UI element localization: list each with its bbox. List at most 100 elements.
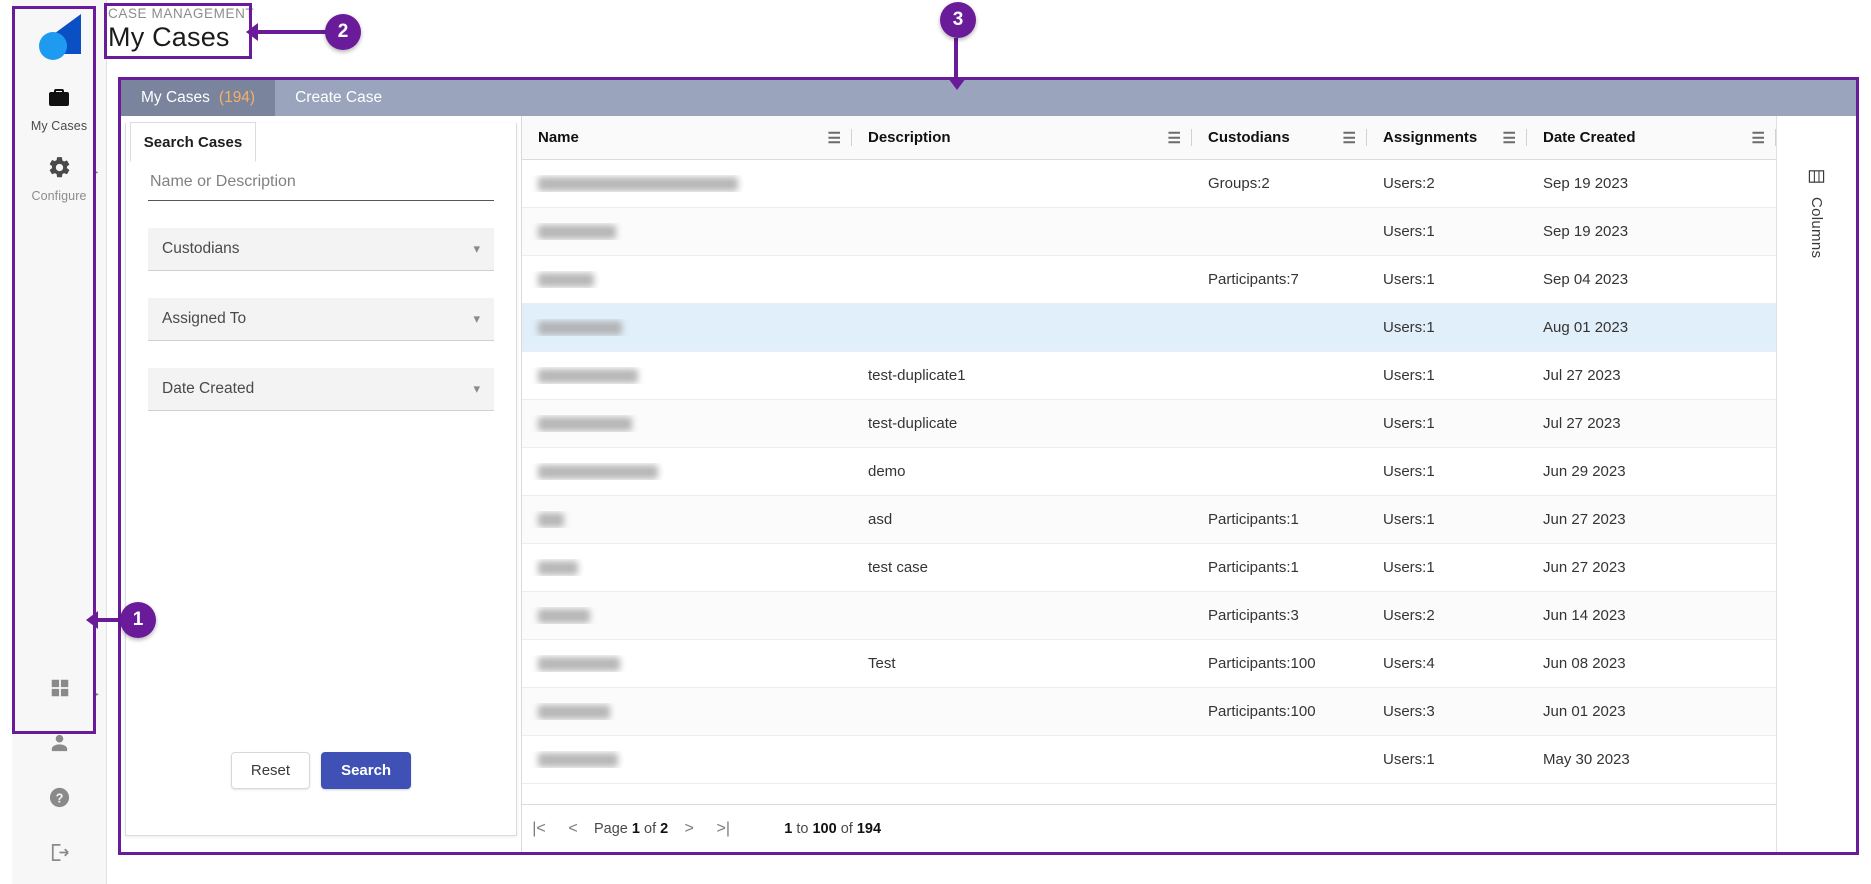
redacted-case-name <box>538 273 594 288</box>
column-header-assignments[interactable]: Assignments ☰ <box>1367 116 1527 160</box>
search-input[interactable] <box>148 167 494 201</box>
table-row[interactable]: Participants:3 Users:2 Jun 14 2023 <box>522 592 1776 640</box>
cell-date-created: Jul 27 2023 <box>1543 415 1621 432</box>
table-row[interactable]: Test Participants:100 Users:4 Jun 08 2023 <box>522 640 1776 688</box>
previous-page-icon[interactable]: < <box>556 820 590 838</box>
chevron-down-icon: ▾ <box>473 241 480 256</box>
cell-name <box>522 415 852 432</box>
main-panel: My Cases (194) Create Case Search Cases … <box>121 80 1856 852</box>
sidebar-item-my-cases[interactable]: My Cases <box>12 86 107 133</box>
chevron-right-icon: ▸ <box>93 689 99 700</box>
user-icon <box>48 731 71 760</box>
grid-body: Groups:2 Users:2 Sep 19 2023 Users:1 Sep 19 … <box>522 160 1776 852</box>
cell-name <box>522 559 852 576</box>
cell-name <box>522 607 852 624</box>
columns-side-tab[interactable]: Columns <box>1776 116 1856 852</box>
table-row[interactable]: test-duplicate1 Users:1 Jul 27 2023 <box>522 352 1776 400</box>
cell-custodians: Participants:1 <box>1208 511 1299 528</box>
cell-custodians: Groups:2 <box>1208 175 1270 192</box>
app-logo <box>33 12 85 64</box>
table-row[interactable]: Participants:100 Users:3 Jun 01 2023 <box>522 688 1776 736</box>
table-columns-icon <box>1808 168 1825 190</box>
redacted-case-name <box>538 561 578 576</box>
reset-button[interactable]: Reset <box>230 752 311 789</box>
cell-assignments: Users:2 <box>1383 175 1435 192</box>
last-page-icon[interactable]: >| <box>706 820 740 838</box>
annotation-arrow-2 <box>256 30 328 34</box>
svg-text:?: ? <box>56 791 64 805</box>
redacted-case-name <box>538 225 616 240</box>
cell-assignments: Users:3 <box>1383 703 1435 720</box>
sidebar-item-configure[interactable]: Configure ▸ <box>12 155 107 203</box>
cell-name <box>522 223 852 240</box>
next-page-icon[interactable]: > <box>672 820 706 838</box>
sidebar-item-logout[interactable] <box>12 841 107 870</box>
sidebar-item-apps[interactable]: ▸ <box>12 677 107 705</box>
tab-create-case[interactable]: Create Case <box>275 80 402 116</box>
column-menu-icon[interactable]: ☰ <box>828 129 851 147</box>
table-row[interactable]: Groups:2 Users:2 Sep 19 2023 <box>522 160 1776 208</box>
date-created-select[interactable]: Date Created ▾ <box>148 368 494 411</box>
range-from: 1 <box>784 820 793 837</box>
redacted-case-name <box>538 609 590 624</box>
annotation-badge-2: 2 <box>325 14 361 50</box>
range-total: 194 <box>856 820 882 837</box>
table-row[interactable]: Users:1 May 30 2023 <box>522 736 1776 784</box>
tab-my-cases[interactable]: My Cases (194) <box>121 80 276 116</box>
column-header-custodians[interactable]: Custodians ☰ <box>1192 116 1367 160</box>
tab-label: Create Case <box>295 89 383 106</box>
redacted-case-name <box>538 177 738 192</box>
assigned-to-select[interactable]: Assigned To ▾ <box>148 298 494 341</box>
table-row[interactable]: Users:1 Sep 19 2023 <box>522 208 1776 256</box>
table-row[interactable]: asd Participants:1 Users:1 Jun 27 2023 <box>522 496 1776 544</box>
first-page-icon[interactable]: |< <box>522 820 556 838</box>
page-total: 2 <box>660 820 669 837</box>
range-to: 100 <box>812 820 837 837</box>
search-cases-tab-header[interactable]: Search Cases <box>130 122 256 162</box>
table-row[interactable]: Participants:7 Users:1 Sep 04 2023 <box>522 256 1776 304</box>
table-row[interactable]: demo Users:1 Jun 29 2023 <box>522 448 1776 496</box>
table-row[interactable]: Users:1 Aug 01 2023 <box>522 304 1776 352</box>
logout-icon <box>48 841 71 870</box>
chevron-down-icon: ▾ <box>473 381 480 396</box>
column-header-name[interactable]: Name ☰ <box>522 116 852 160</box>
column-menu-icon[interactable]: ☰ <box>1168 129 1191 147</box>
help-icon: ? <box>48 786 71 815</box>
table-row[interactable]: test-duplicate Users:1 Jul 27 2023 <box>522 400 1776 448</box>
cell-description: test case <box>868 559 929 576</box>
cell-date-created: Jun 29 2023 <box>1543 463 1626 480</box>
column-header-date-created[interactable]: Date Created ☰ <box>1527 116 1776 160</box>
column-header-label: Date Created <box>1543 129 1636 146</box>
column-menu-icon[interactable]: ☰ <box>1503 129 1526 147</box>
cell-date-created: Sep 04 2023 <box>1543 271 1629 288</box>
annotation-arrowhead-2 <box>246 23 258 41</box>
search-form: Custodians ▾ Assigned To ▾ Date Created … <box>126 123 516 411</box>
annotation-arrowhead-3 <box>948 78 966 90</box>
table-row[interactable]: test case Participants:1 Users:1 Jun 27 202… <box>522 544 1776 592</box>
rail-bottom-group: ▸ ? <box>12 651 107 884</box>
search-button[interactable]: Search <box>321 752 412 789</box>
cell-description: test-duplicate <box>868 415 958 432</box>
redacted-case-name <box>538 513 564 528</box>
column-header-label: Description <box>868 129 951 146</box>
date-created-select-label: Date Created <box>162 380 255 397</box>
range-to-word: to <box>796 820 809 837</box>
chevron-right-icon: ▸ <box>93 167 99 178</box>
redacted-case-name <box>538 705 610 720</box>
cell-date-created: Jun 27 2023 <box>1543 559 1626 576</box>
cell-name <box>522 751 852 768</box>
column-menu-icon[interactable]: ☰ <box>1343 129 1366 147</box>
column-header-label: Assignments <box>1383 129 1478 146</box>
cell-custodians: Participants:100 <box>1208 655 1316 672</box>
briefcase-icon <box>46 86 72 116</box>
sidebar-item-label: Configure <box>31 189 87 203</box>
column-menu-icon[interactable]: ☰ <box>1752 129 1775 147</box>
sidebar-item-user[interactable] <box>12 731 107 760</box>
annotation-arrowhead-1 <box>86 611 98 629</box>
cell-assignments: Users:1 <box>1383 751 1435 768</box>
column-header-description[interactable]: Description ☰ <box>852 116 1192 160</box>
cell-assignments: Users:1 <box>1383 319 1435 336</box>
page-indicator: Page 1 of 2 <box>594 821 668 837</box>
custodians-select[interactable]: Custodians ▾ <box>148 228 494 271</box>
sidebar-item-help[interactable]: ? <box>12 786 107 815</box>
